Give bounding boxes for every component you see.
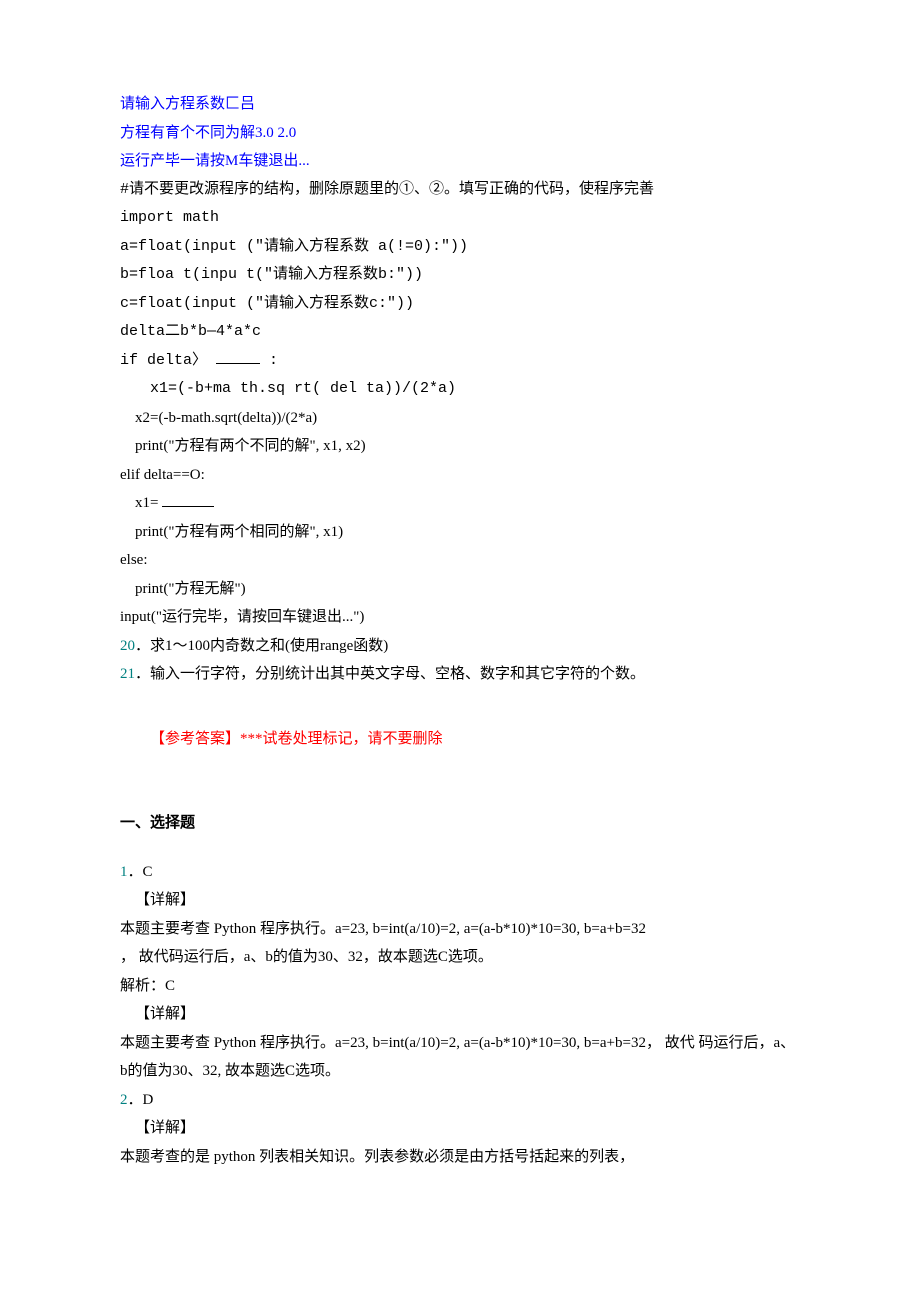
code-a: a=float(input ("请输入方程系数 a(!=0):")) [120, 233, 800, 262]
ans1-detail-tag: 【详解】 [120, 886, 800, 915]
code-elif: elif delta==O: [120, 461, 800, 490]
code-x2a: x2=(-b-math.sqrt(delta))/(2*a) [120, 404, 800, 433]
ans2-detail-tag: 【详解】 [120, 1114, 800, 1143]
question-20: 20．求1～100内奇数之和(使用range函数) [120, 632, 800, 661]
ans2-number: 2 [120, 1092, 128, 1108]
page-root: 请输入方程系数匚吕 方程有育个不同为解3.0 2.0 运行产毕一请按M车键退出.… [0, 0, 920, 1302]
ans1-label: ．C [128, 864, 153, 880]
ans1-number: 1 [120, 864, 128, 880]
blank-2[interactable] [162, 506, 214, 507]
if-suffix: : [269, 352, 278, 369]
q21-number: 21 [120, 666, 135, 682]
code-c: c=float(input ("请输入方程系数c:")) [120, 290, 800, 319]
output-line-1: 请输入方程系数匚吕 [120, 90, 800, 119]
code-b: b=floa t(inpu t("请输入方程系数b:")) [120, 261, 800, 290]
answer-1-header: 1．C [120, 858, 800, 887]
answers-header: 【参考答案】***试卷处理标记，请不要删除 [120, 725, 800, 754]
question-21: 21．输入一行字符，分别统计出其中英文字母、空格、数字和其它字符的个数。 [120, 660, 800, 689]
code-input-end: input("运行完毕，请按回车键退出...") [120, 603, 800, 632]
ans1-detail-body2: ， 故代码运行后，a、b的值为30、32，故本题选C选项。 [120, 943, 800, 972]
blank-1[interactable] [216, 363, 260, 364]
ans2-detail-body: 本题考查的是 python 列表相关知识。列表参数必须是由方括号括起来的列表， [120, 1143, 800, 1172]
section-header: 一、选择题 [120, 809, 800, 838]
ans2-label: ．D [128, 1092, 154, 1108]
code-comment: #请不要更改源程序的结构，删除原题里的①、②。填写正确的代码，使程序完善 [120, 176, 800, 205]
if-prefix: if delta〉 [120, 352, 207, 369]
ans1-detail2-body: 本题主要考查 Python 程序执行。a=23, b=int(a/10)=2, … [120, 1029, 800, 1086]
code-else: else: [120, 546, 800, 575]
output-line-3: 运行产毕一请按M车键退出... [120, 147, 800, 176]
code-print2: print("方程有两个相同的解", x1) [120, 518, 800, 547]
code-delta: delta二b*b—4*a*c [120, 318, 800, 347]
q21-text: ．输入一行字符，分别统计出其中英文字母、空格、数字和其它字符的个数。 [135, 666, 645, 682]
code-if: if delta〉 : [120, 347, 800, 376]
q20-number: 20 [120, 638, 135, 654]
output-line-2: 方程有育个不同为解3.0 2.0 [120, 119, 800, 148]
ans1-detail-body: 本题主要考查 Python 程序执行。a=23, b=int(a/10)=2, … [120, 915, 800, 944]
q20-text: ．求1～100内奇数之和(使用range函数) [135, 638, 388, 654]
code-print3: print("方程无解") [120, 575, 800, 604]
code-x1b: x1= [120, 489, 800, 518]
code-x1a: x1=(-b+ma th.sq rt( del ta))/(2*a) [120, 375, 800, 404]
answer-2-header: 2．D [120, 1086, 800, 1115]
x1b-prefix: x1= [135, 495, 158, 511]
code-import: import math [120, 204, 800, 233]
code-print1: print("方程有两个不同的解", x1, x2) [120, 432, 800, 461]
answers-header-text: 【参考答案】***试卷处理标记，请不要删除 [150, 731, 443, 747]
ans1-jie: 解析：C [120, 972, 800, 1001]
ans1-detail-tag2: 【详解】 [120, 1000, 800, 1029]
